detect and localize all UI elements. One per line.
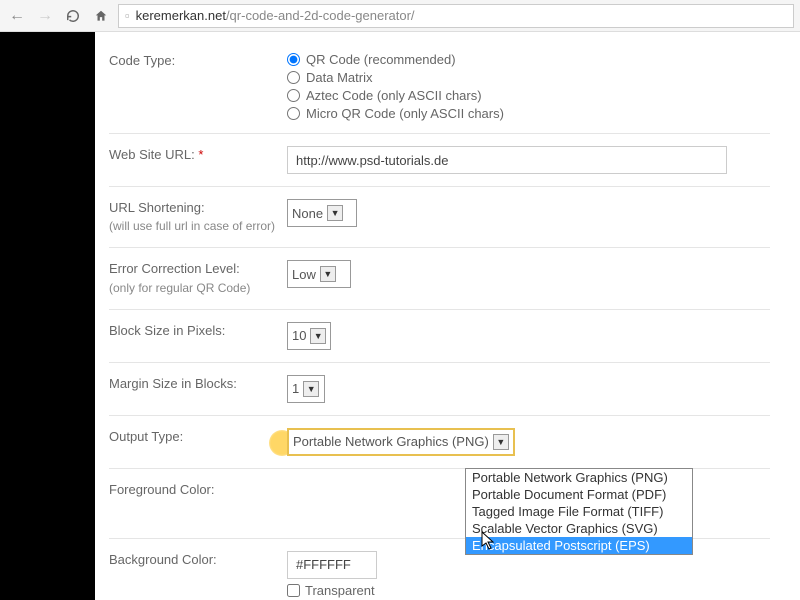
radio-micro-qr[interactable]: Micro QR Code (only ASCII chars) bbox=[287, 106, 770, 121]
background-color-input[interactable] bbox=[287, 551, 377, 579]
label-code-type: Code Type: bbox=[109, 52, 287, 70]
dropdown-item-svg[interactable]: Scalable Vector Graphics (SVG) bbox=[466, 520, 692, 537]
label-website-url: Web Site URL: * bbox=[109, 146, 287, 164]
dropdown-item-tiff[interactable]: Tagged Image File Format (TIFF) bbox=[466, 503, 692, 520]
url-shortening-select[interactable]: None ▼ bbox=[287, 199, 357, 227]
row-block-size: Block Size in Pixels: 10 ▼ bbox=[109, 310, 770, 363]
radio-data-matrix[interactable]: Data Matrix bbox=[287, 70, 770, 85]
chevron-down-icon: ▼ bbox=[303, 381, 319, 397]
label-block-size: Block Size in Pixels: bbox=[109, 322, 287, 340]
dropdown-item-png[interactable]: Portable Network Graphics (PNG) bbox=[466, 469, 692, 486]
block-size-select[interactable]: 10 ▼ bbox=[287, 322, 331, 350]
label-foreground-color: Foreground Color: bbox=[109, 481, 287, 499]
website-url-input[interactable] bbox=[287, 146, 727, 174]
chevron-down-icon: ▼ bbox=[310, 328, 326, 344]
chevron-down-icon: ▼ bbox=[320, 266, 336, 282]
label-output-type: Output Type: bbox=[109, 428, 287, 446]
output-type-select[interactable]: Portable Network Graphics (PNG) ▼ bbox=[287, 428, 515, 456]
back-button[interactable]: ← bbox=[6, 5, 28, 27]
label-background-color: Background Color: bbox=[109, 551, 287, 569]
required-marker: * bbox=[198, 147, 203, 162]
form-content: Code Type: QR Code (recommended) Data Ma… bbox=[95, 32, 800, 600]
cursor-icon bbox=[481, 531, 497, 554]
transparent-label: Transparent bbox=[305, 583, 375, 598]
chevron-down-icon: ▼ bbox=[493, 434, 509, 450]
margin-size-select[interactable]: 1 ▼ bbox=[287, 375, 325, 403]
row-margin-size: Margin Size in Blocks: 1 ▼ bbox=[109, 363, 770, 416]
label-url-shortening: URL Shortening:(will use full url in cas… bbox=[109, 199, 287, 235]
error-correction-select[interactable]: Low ▼ bbox=[287, 260, 351, 288]
forward-button[interactable]: → bbox=[34, 5, 56, 27]
address-bar[interactable]: ▫ keremerkan.net/qr-code-and-2d-code-gen… bbox=[118, 4, 794, 28]
radio-qr-code[interactable]: QR Code (recommended) bbox=[287, 52, 770, 67]
home-button[interactable] bbox=[90, 5, 112, 27]
code-type-radio-group: QR Code (recommended) Data Matrix Aztec … bbox=[287, 52, 770, 121]
transparent-checkbox[interactable] bbox=[287, 584, 300, 597]
label-error-correction: Error Correction Level:(only for regular… bbox=[109, 260, 287, 296]
page-icon: ▫ bbox=[125, 8, 130, 23]
radio-input[interactable] bbox=[287, 53, 300, 66]
page-body: Code Type: QR Code (recommended) Data Ma… bbox=[0, 32, 800, 600]
label-margin-size: Margin Size in Blocks: bbox=[109, 375, 287, 393]
dropdown-item-eps[interactable]: Encapsulated Postscript (EPS) bbox=[466, 537, 692, 554]
browser-toolbar: ← → ▫ keremerkan.net/qr-code-and-2d-code… bbox=[0, 0, 800, 32]
row-url-shortening: URL Shortening:(will use full url in cas… bbox=[109, 187, 770, 248]
radio-aztec[interactable]: Aztec Code (only ASCII chars) bbox=[287, 88, 770, 103]
output-type-dropdown: Portable Network Graphics (PNG) Portable… bbox=[465, 468, 693, 555]
row-output-type: Output Type: Portable Network Graphics (… bbox=[109, 416, 770, 469]
row-code-type: Code Type: QR Code (recommended) Data Ma… bbox=[109, 40, 770, 134]
radio-input[interactable] bbox=[287, 107, 300, 120]
reload-button[interactable] bbox=[62, 5, 84, 27]
row-error-correction: Error Correction Level:(only for regular… bbox=[109, 248, 770, 309]
left-sidebar bbox=[0, 32, 95, 600]
url-host: keremerkan.net bbox=[136, 8, 226, 23]
dropdown-item-pdf[interactable]: Portable Document Format (PDF) bbox=[466, 486, 692, 503]
radio-input[interactable] bbox=[287, 89, 300, 102]
row-website-url: Web Site URL: * bbox=[109, 134, 770, 187]
chevron-down-icon: ▼ bbox=[327, 205, 343, 221]
radio-input[interactable] bbox=[287, 71, 300, 84]
url-path: /qr-code-and-2d-code-generator/ bbox=[226, 8, 415, 23]
